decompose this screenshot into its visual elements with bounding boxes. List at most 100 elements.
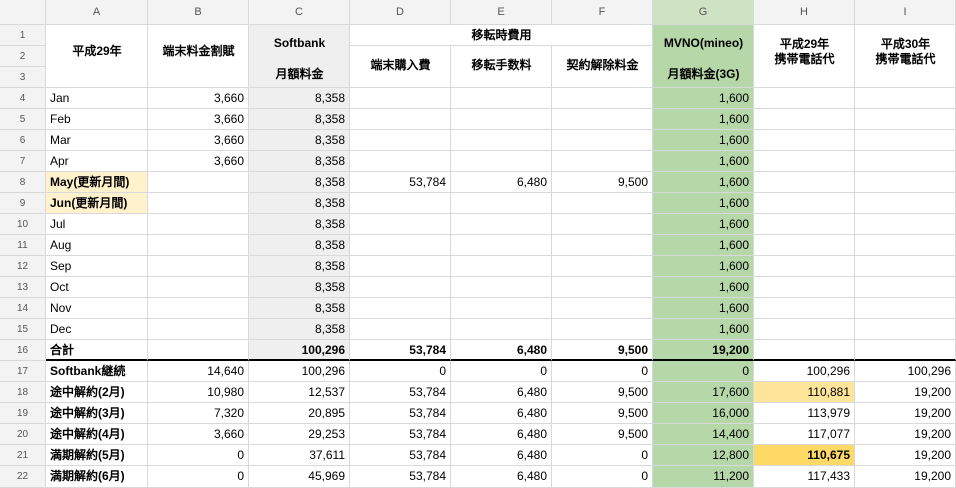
cell-d10[interactable] [350, 214, 451, 235]
cell-i21[interactable]: 19,200 [855, 445, 956, 466]
cell-a22[interactable]: 満期解約(6月) [46, 466, 148, 488]
cell-c16[interactable]: 100,296 [249, 340, 350, 361]
cell-f18[interactable]: 9,500 [552, 382, 653, 403]
cell-i7[interactable] [855, 151, 956, 172]
cell-h12[interactable] [754, 256, 855, 277]
cell-h13[interactable] [754, 277, 855, 298]
cell-c19[interactable]: 20,895 [249, 403, 350, 424]
cell-e4[interactable] [451, 88, 552, 109]
cell-f12[interactable] [552, 256, 653, 277]
cell-f13[interactable] [552, 277, 653, 298]
row-header-11[interactable]: 11 [0, 235, 46, 256]
cell-h18[interactable]: 110,881 [754, 382, 855, 403]
cell-b8[interactable] [148, 172, 249, 193]
cell-d5[interactable] [350, 109, 451, 130]
column-header-i[interactable]: I [855, 0, 956, 25]
cell-h11[interactable] [754, 235, 855, 256]
cell-f22[interactable]: 0 [552, 466, 653, 488]
cell-i14[interactable] [855, 298, 956, 319]
cell-g16[interactable]: 19,200 [653, 340, 754, 361]
cell-a21[interactable]: 満期解約(5月) [46, 445, 148, 466]
cell-i17[interactable]: 100,296 [855, 361, 956, 382]
cell-a12[interactable]: Sep [46, 256, 148, 277]
cell-g18[interactable]: 17,600 [653, 382, 754, 403]
row-header-7[interactable]: 7 [0, 151, 46, 172]
cell-i19[interactable]: 19,200 [855, 403, 956, 424]
cell-h14[interactable] [754, 298, 855, 319]
cell-g15[interactable]: 1,600 [653, 319, 754, 340]
cell-h22[interactable]: 117,433 [754, 466, 855, 488]
cell-c20[interactable]: 29,253 [249, 424, 350, 445]
cell-d12[interactable] [350, 256, 451, 277]
cell-f19[interactable]: 9,500 [552, 403, 653, 424]
cell-i8[interactable] [855, 172, 956, 193]
row-header-10[interactable]: 10 [0, 214, 46, 235]
cell-d22[interactable]: 53,784 [350, 466, 451, 488]
row-header-6[interactable]: 6 [0, 130, 46, 151]
row-header-21[interactable]: 21 [0, 445, 46, 466]
cell-e17[interactable]: 0 [451, 361, 552, 382]
cell-h20[interactable]: 117,077 [754, 424, 855, 445]
cell-f4[interactable] [552, 88, 653, 109]
cell-g13[interactable]: 1,600 [653, 277, 754, 298]
row-header-13[interactable]: 13 [0, 277, 46, 298]
cell-h6[interactable] [754, 130, 855, 151]
select-all-corner[interactable] [0, 0, 46, 25]
cell-b10[interactable] [148, 214, 249, 235]
cell-f5[interactable] [552, 109, 653, 130]
cell-c9[interactable]: 8,358 [249, 193, 350, 214]
row-header-16[interactable]: 16 [0, 340, 46, 361]
cell-e6[interactable] [451, 130, 552, 151]
cell-d9[interactable] [350, 193, 451, 214]
row-header-2[interactable]: 2 [0, 46, 46, 67]
cell-c10[interactable]: 8,358 [249, 214, 350, 235]
cell-b20[interactable]: 3,660 [148, 424, 249, 445]
cell-a9[interactable]: Jun(更新月間) [46, 193, 148, 214]
cell-a7[interactable]: Apr [46, 151, 148, 172]
cell-i16[interactable] [855, 340, 956, 361]
cell-c22[interactable]: 45,969 [249, 466, 350, 488]
cell-i20[interactable]: 19,200 [855, 424, 956, 445]
row-header-4[interactable]: 4 [0, 88, 46, 109]
cell-h15[interactable] [754, 319, 855, 340]
cell-c15[interactable]: 8,358 [249, 319, 350, 340]
cell-c11[interactable]: 8,358 [249, 235, 350, 256]
cell-b19[interactable]: 7,320 [148, 403, 249, 424]
cell-f9[interactable] [552, 193, 653, 214]
cell-g9[interactable]: 1,600 [653, 193, 754, 214]
cell-a19[interactable]: 途中解約(3月) [46, 403, 148, 424]
cell-c17[interactable]: 100,296 [249, 361, 350, 382]
row-header-17[interactable]: 17 [0, 361, 46, 382]
cell-f16[interactable]: 9,500 [552, 340, 653, 361]
cell-i6[interactable] [855, 130, 956, 151]
cell-i22[interactable]: 19,200 [855, 466, 956, 488]
column-header-g[interactable]: G [653, 0, 754, 25]
cell-i4[interactable] [855, 88, 956, 109]
cell-e11[interactable] [451, 235, 552, 256]
cell-e21[interactable]: 6,480 [451, 445, 552, 466]
cell-g20[interactable]: 14,400 [653, 424, 754, 445]
cell-e20[interactable]: 6,480 [451, 424, 552, 445]
cell-b17[interactable]: 14,640 [148, 361, 249, 382]
column-header-h[interactable]: H [754, 0, 855, 25]
row-header-14[interactable]: 14 [0, 298, 46, 319]
cell-e12[interactable] [451, 256, 552, 277]
cell-h4[interactable] [754, 88, 855, 109]
cell-f21[interactable]: 0 [552, 445, 653, 466]
cell-h19[interactable]: 113,979 [754, 403, 855, 424]
cell-f8[interactable]: 9,500 [552, 172, 653, 193]
cell-d21[interactable]: 53,784 [350, 445, 451, 466]
cell-f6[interactable] [552, 130, 653, 151]
cell-a4[interactable]: Jan [46, 88, 148, 109]
cell-g6[interactable]: 1,600 [653, 130, 754, 151]
cell-g10[interactable]: 1,600 [653, 214, 754, 235]
cell-a8[interactable]: May(更新月間) [46, 172, 148, 193]
cell-d18[interactable]: 53,784 [350, 382, 451, 403]
cell-b6[interactable]: 3,660 [148, 130, 249, 151]
cell-b12[interactable] [148, 256, 249, 277]
cell-e10[interactable] [451, 214, 552, 235]
row-header-3[interactable]: 3 [0, 67, 46, 88]
column-header-c[interactable]: C [249, 0, 350, 25]
cell-f11[interactable] [552, 235, 653, 256]
cell-h21[interactable]: 110,675 [754, 445, 855, 466]
